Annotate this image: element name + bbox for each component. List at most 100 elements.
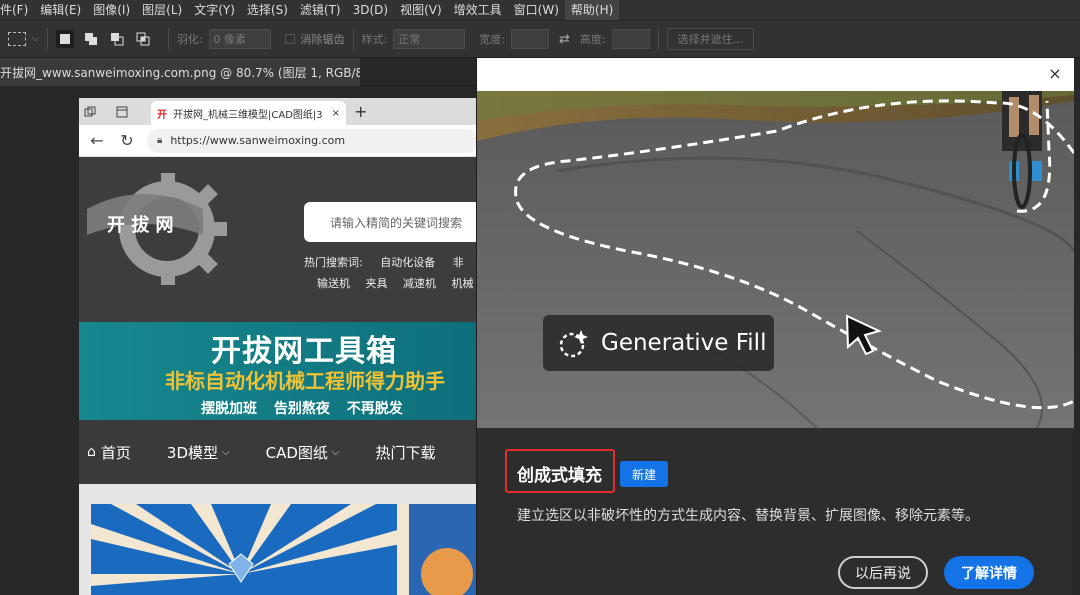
nav-item-hot-downloads[interactable]: 热门下载 <box>376 442 436 463</box>
nav-item-label: 首页 <box>100 443 131 462</box>
nav-item-cad[interactable]: CAD图纸 ⌵ <box>266 442 340 463</box>
site-header: 开 拔 网 请输入精简的关键词搜索 热门搜索词: 自动化设备 非 输送机 夹具 … <box>79 157 479 322</box>
width-input[interactable] <box>510 29 549 49</box>
divider <box>167 28 169 50</box>
menu-filter[interactable]: 滤镜(T) <box>294 0 347 20</box>
select-and-mask-button[interactable]: 选择并遮住... <box>666 28 755 50</box>
swap-icon[interactable]: ⇄ <box>559 32 570 47</box>
subtract-selection-icon[interactable] <box>108 30 126 48</box>
chevron-down-icon: ⌵ <box>222 446 230 458</box>
banner-subtitle: 非标自动化机械工程师得力助手 <box>165 369 445 393</box>
divider <box>657 28 659 50</box>
banner-tags: 摆脱加班 告别熬夜 不再脱发 <box>201 398 415 418</box>
marquee-tool-icon[interactable] <box>8 32 26 46</box>
banner-tag: 不再脱发 <box>346 401 403 417</box>
banner-tag: 摆脱加班 <box>201 401 257 417</box>
width-label: 宽度: <box>479 33 505 46</box>
site-logo-text: 开 拔 网 <box>107 214 174 236</box>
toolbox-banner[interactable]: 开拔网工具箱 非标自动化机械工程师得力助手 摆脱加班 告别熬夜 不再脱发 <box>79 322 479 420</box>
generative-fill-badge: Generative Fill <box>543 315 774 371</box>
nav-item-label: CAD图纸 <box>265 443 328 462</box>
dialog-title: 创成式填充 <box>517 466 602 486</box>
browser-tab-title: 开拔网_机械三维模型|CAD图纸|3 <box>173 109 323 121</box>
menu-window[interactable]: 窗口(W) <box>508 0 565 20</box>
nav-item-home[interactable]: ⌂ 首页 <box>87 442 131 463</box>
nav-item-3d-models[interactable]: 3D模型 ⌵ <box>167 442 230 463</box>
close-icon[interactable]: × <box>1046 65 1064 83</box>
hot-term[interactable]: 减速机 <box>403 277 436 290</box>
browser-address-bar: ← ↻ 🔒︎ https://www.sanweimoxing.com <box>79 125 479 157</box>
style-label: 样式: <box>361 33 388 46</box>
divider <box>46 28 48 50</box>
menu-file[interactable]: 件(F) <box>0 0 34 20</box>
content-card-image-2[interactable] <box>399 504 479 595</box>
add-selection-icon[interactable] <box>82 30 100 48</box>
refresh-icon[interactable]: ↻ <box>115 131 139 150</box>
height-input[interactable] <box>611 29 650 49</box>
back-icon[interactable]: ← <box>85 131 109 150</box>
learn-more-button[interactable]: 了解详情 <box>944 556 1034 589</box>
hot-term[interactable]: 夹具 <box>366 277 388 290</box>
browser-screenshot: 开 开拔网_机械三维模型|CAD图纸|3 × + ← ↻ 🔒︎ https://… <box>79 98 479 595</box>
site-nav: ⌂ 首页 3D模型 ⌵ CAD图纸 ⌵ 热门下载 <box>79 420 479 484</box>
menu-layer[interactable]: 图层(L) <box>136 0 188 20</box>
new-tab-icon[interactable]: + <box>354 98 367 125</box>
site-content <box>79 484 479 595</box>
dialog-description: 建立选区以非破坏性的方式生成内容、替换背景、扩展图像、移除元素等。 <box>517 508 979 524</box>
chevron-down-icon[interactable]: ⌵ <box>32 34 39 44</box>
lock-icon: 🔒︎ <box>157 135 163 146</box>
site-favicon-icon: 开 <box>157 109 167 121</box>
menu-help[interactable]: 帮助(H) <box>564 0 620 20</box>
banner-tag: 告别熬夜 <box>273 401 330 417</box>
document-tab[interactable]: 开拔网_www.sanweimoxing.com.png @ 80.7% (图层… <box>0 58 360 86</box>
hot-term[interactable]: 输送机 <box>317 277 350 290</box>
options-bar: ⌵ 羽化: 0 像素 消除锯齿 样式: 正常 宽度: ⇄ 高度: 选择并遮住..… <box>0 20 1080 58</box>
nav-item-label: 热门下载 <box>375 443 436 462</box>
hot-term[interactable]: 机械 <box>452 277 474 290</box>
feather-label: 羽化: <box>176 33 203 46</box>
style-select[interactable]: 正常 <box>393 29 466 49</box>
mascot-graphic <box>399 504 473 595</box>
dialog-preview-image: Generative Fill <box>477 91 1074 428</box>
generative-fill-icon <box>559 330 588 358</box>
close-icon[interactable]: × <box>332 108 340 119</box>
later-button[interactable]: 以后再说 <box>838 556 928 589</box>
menu-select[interactable]: 选择(S) <box>241 0 294 20</box>
menu-view[interactable]: 视图(V) <box>394 0 448 20</box>
antialias-checkbox[interactable] <box>284 34 295 44</box>
menu-3d[interactable]: 3D(D) <box>347 0 394 20</box>
content-card-image[interactable] <box>91 504 401 595</box>
hot-term[interactable]: 自动化设备 <box>380 256 435 269</box>
browser-tab[interactable]: 开 开拔网_机械三维模型|CAD图纸|3 × <box>151 101 346 125</box>
antialias-label: 消除锯齿 <box>300 33 345 46</box>
hot-search-row: 热门搜索词: 自动化设备 非 <box>304 254 478 270</box>
dialog-header: × <box>477 58 1074 91</box>
banner-title: 开拔网工具箱 <box>211 334 397 369</box>
site-search-placeholder: 请输入精简的关键词搜索 <box>330 215 463 230</box>
generative-fill-label: Generative Fill <box>601 330 767 356</box>
url-text: https://www.sanweimoxing.com <box>170 134 346 147</box>
rays-graphic <box>91 504 401 595</box>
new-selection-icon[interactable] <box>55 30 74 48</box>
site-search-input[interactable]: 请输入精简的关键词搜索 <box>304 202 479 242</box>
site-logo: 开 拔 网 <box>87 173 227 285</box>
feather-input[interactable]: 0 像素 <box>208 29 271 49</box>
menu-image[interactable]: 图像(I) <box>87 0 136 20</box>
hot-term[interactable]: 非 <box>453 256 464 269</box>
menu-plugins[interactable]: 增效工具 <box>448 0 508 20</box>
height-label: 高度: <box>579 33 606 46</box>
url-field[interactable]: 🔒︎ https://www.sanweimoxing.com <box>147 128 479 153</box>
photoshop-window: 件(F) 编辑(E) 图像(I) 图层(L) 文字(Y) 选择(S) 滤镜(T)… <box>0 0 1080 595</box>
tab-actions-icon[interactable] <box>111 98 133 125</box>
intersect-selection-icon[interactable] <box>134 30 152 48</box>
menu-bar: 件(F) 编辑(E) 图像(I) 图层(L) 文字(Y) 选择(S) 滤镜(T)… <box>0 0 1080 20</box>
chevron-down-icon: ⌵ <box>331 446 340 458</box>
divider <box>352 28 354 50</box>
menu-edit[interactable]: 编辑(E) <box>34 0 87 20</box>
new-badge: 新建 <box>620 461 668 487</box>
menu-type[interactable]: 文字(Y) <box>188 0 241 20</box>
browser-tab-strip: 开 开拔网_机械三维模型|CAD图纸|3 × + <box>79 98 479 125</box>
workspaces-icon[interactable] <box>79 98 101 125</box>
home-icon: ⌂ <box>87 444 96 460</box>
generative-fill-dialog: × Generative Fill 创成式填充 新建 建立选区以非破坏性的方式生… <box>476 58 1074 595</box>
